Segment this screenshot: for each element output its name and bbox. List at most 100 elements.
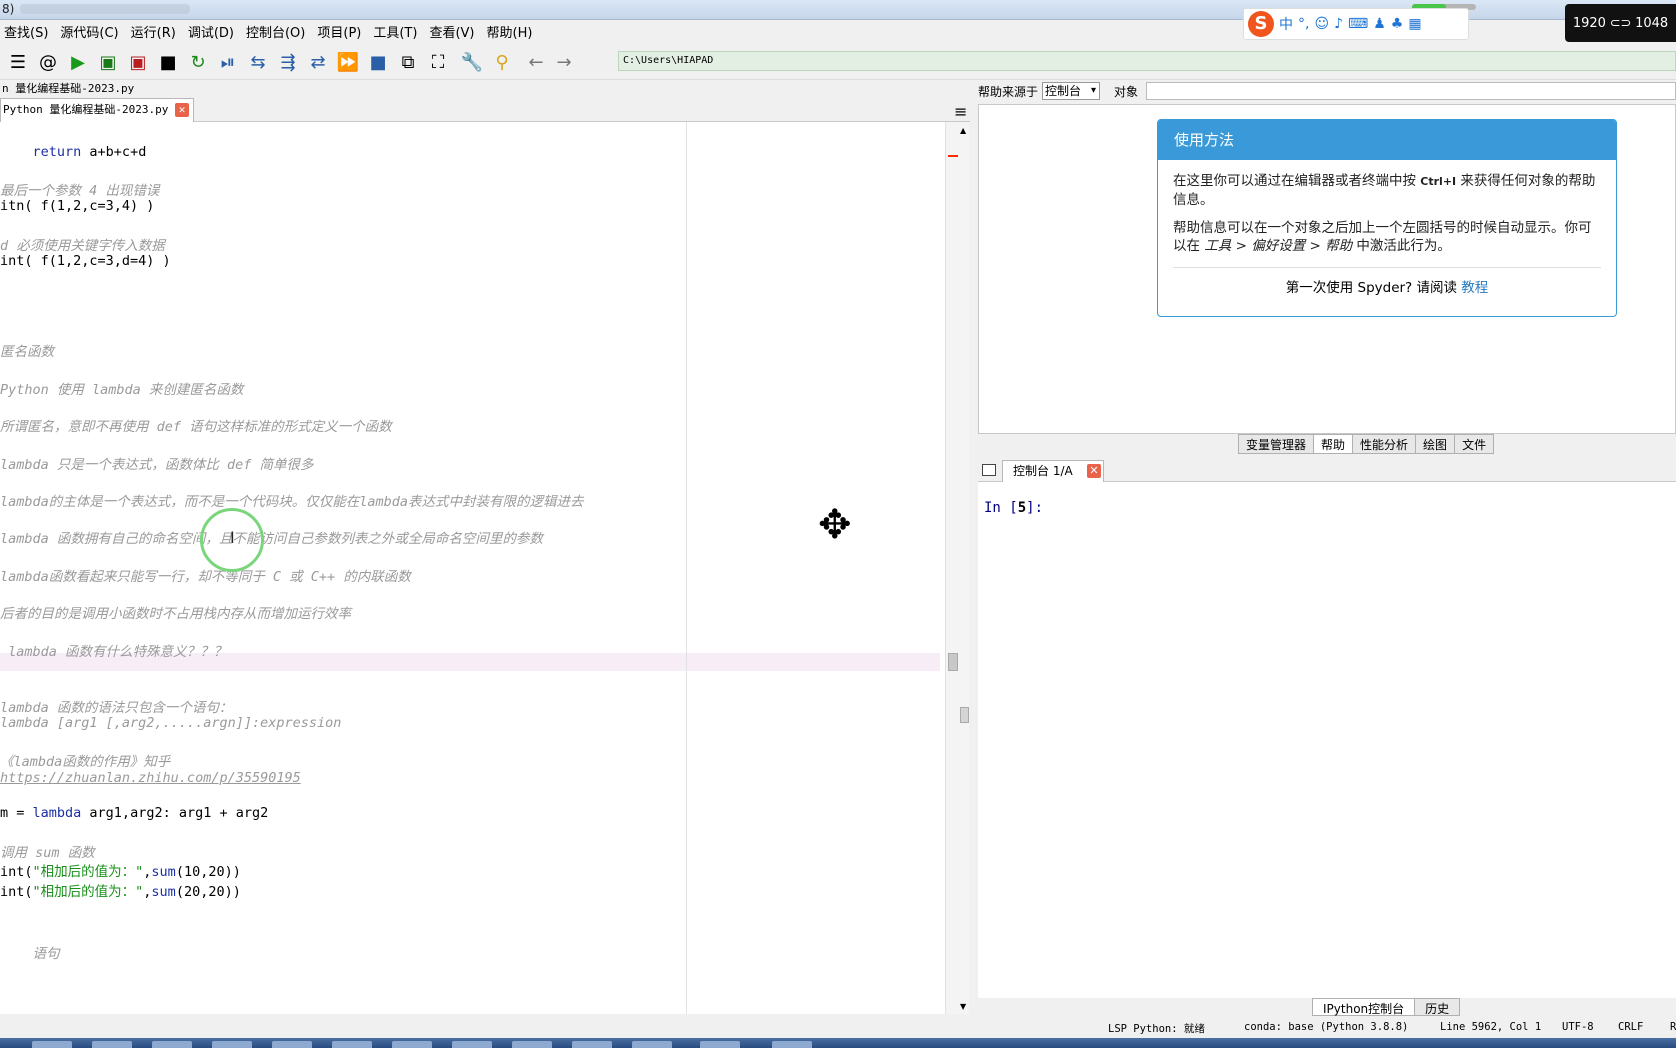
ime-mode-toggle[interactable]: 中 <box>1279 14 1293 34</box>
scroll-up-icon[interactable]: ▲ <box>960 126 966 135</box>
pane-tab-4[interactable]: 文件 <box>1454 434 1495 454</box>
menu-item-2[interactable]: 运行(R) <box>131 22 176 41</box>
help-object-input[interactable] <box>1146 82 1676 100</box>
help-object-label: 对象 <box>1114 84 1139 99</box>
move-cursor-icon: ✥ <box>818 502 852 548</box>
resolution-overlay: 1920 ⊂⊃ 1048 <box>1565 4 1676 42</box>
code-line: return a+b+c+d <box>32 144 147 160</box>
keyboard-icon[interactable]: ⌨ <box>1348 16 1368 32</box>
ime-punct-toggle[interactable]: °, <box>1298 16 1309 32</box>
code-line: int("相加后的值为：",sum(10,20)) <box>0 864 241 880</box>
debug-icon[interactable]: ⏯ <box>216 50 240 74</box>
run-cell-advance-icon[interactable]: ▣ <box>126 50 150 74</box>
pane-tab-3[interactable]: 绘图 <box>1415 434 1456 454</box>
menu-item-5[interactable]: 项目(P) <box>317 22 361 41</box>
menu-item-1[interactable]: 源代码(C) <box>60 22 118 41</box>
pane-tab-0[interactable]: 变量管理器 <box>1238 434 1315 454</box>
conda-status: conda: base (Python 3.8.8) <box>1244 1021 1409 1033</box>
menu-item-7[interactable]: 查看(V) <box>429 22 474 41</box>
code-line: lambda的主体是一个表达式，而不是一个代码块。仅仅能在lambda表达式中封… <box>0 494 584 510</box>
help-toolbar: 帮助来源于 控制台 对象 <box>978 80 1676 102</box>
code-editor[interactable]: return a+b+c+d 最后一个参数 4 出现错误 itn( f(1,2,c=… <box>0 122 945 1014</box>
stop-icon[interactable]: ■ <box>366 50 390 74</box>
ime-toolbar: S 中 °, ☺ ♪ ⌨ ♟ ♣ ▦ <box>1243 8 1469 40</box>
code-line: lambda 函数拥有自己的命名空间，且不能访问自己参数列表之外或全局命名空间里… <box>0 531 543 547</box>
bottom-tab-0[interactable]: IPython控制台 <box>1312 998 1416 1016</box>
code-line: m = lambda arg1,arg2: arg1 + arg2 <box>0 805 269 821</box>
code-line: lambda [arg1 [,arg2,.....argn]]:expressi… <box>0 715 342 731</box>
step-into-icon[interactable]: ⇶ <box>276 50 300 74</box>
maximize-pane-icon[interactable]: ⧉ <box>396 50 420 74</box>
bottom-tab-1[interactable]: 历史 <box>1414 998 1461 1016</box>
user-icon[interactable]: ♟ <box>1373 16 1386 32</box>
console-tab-active[interactable]: 控制台 1/A ✕ <box>1002 460 1104 482</box>
outline-list-icon[interactable]: ☰ <box>6 50 30 74</box>
editor-tab-active[interactable]: Python 量化编程基础-2023.py ✕ <box>0 98 194 122</box>
skin-shirt-icon[interactable]: ♣ <box>1391 16 1404 32</box>
lsp-status: LSP Python: 就绪 <box>1108 1023 1205 1035</box>
line-endings: CRLF <box>1618 1021 1644 1033</box>
python-path-icon[interactable]: ⚲ <box>490 50 514 74</box>
code-line: int( f(1,2,c=3,d=4) ) <box>0 253 171 269</box>
window-title-blur <box>20 4 190 14</box>
grid-menu-icon[interactable]: ▦ <box>1408 16 1421 32</box>
scroll-down-icon[interactable]: ▼ <box>960 1002 966 1011</box>
menu-item-0[interactable]: 查找(S) <box>4 22 48 41</box>
close-tab-icon[interactable]: ✕ <box>175 103 189 117</box>
back-arrow-icon[interactable]: ← <box>524 50 548 74</box>
help-source-select[interactable]: 控制台 <box>1042 82 1101 100</box>
sogou-logo-icon[interactable]: S <box>1248 11 1274 37</box>
taskbar <box>0 1038 1676 1048</box>
editor-scrollbar[interactable]: ▲ ▼ <box>945 122 969 1014</box>
emoji-icon[interactable]: ☺ <box>1314 16 1329 32</box>
help-source-label: 帮助来源于 <box>978 84 1039 99</box>
rerun-icon[interactable]: ↻ <box>186 50 210 74</box>
cursor-position: Line 5962, Col 1 <box>1440 1021 1542 1033</box>
run-selection-icon[interactable]: ■ <box>156 50 180 74</box>
run-icon[interactable]: ▶ <box>66 50 90 74</box>
file-encoding: UTF-8 <box>1562 1021 1594 1033</box>
menu-item-6[interactable]: 工具(T) <box>373 22 417 41</box>
working-directory-input[interactable]: C:\Users\HIAPAD <box>618 51 1676 71</box>
console-tabs: 控制台 1/A ✕ <box>978 458 1676 482</box>
forward-arrow-icon[interactable]: → <box>552 50 576 74</box>
editor-options-menu-icon[interactable]: ≡ <box>954 102 967 121</box>
step-return-icon[interactable]: ⇄ <box>306 50 330 74</box>
code-line: 调用 sum 函数 <box>0 845 95 861</box>
close-console-icon[interactable]: ✕ <box>1087 464 1101 478</box>
menu-item-4[interactable]: 控制台(O) <box>246 22 305 41</box>
code-line: lambda 只是一个表达式，函数体比 def 简单很多 <box>0 457 314 473</box>
scrollbar-thumb[interactable] <box>960 707 969 723</box>
fullscreen-icon[interactable]: ⛶ <box>426 50 450 74</box>
pane-tab-2[interactable]: 性能分析 <box>1352 434 1417 454</box>
editor-tabs: Python 量化编程基础-2023.py ✕ <box>0 98 970 122</box>
pane-tab-1[interactable]: 帮助 <box>1313 434 1354 454</box>
ipython-console[interactable]: In [5]: <box>978 482 1676 998</box>
resolution-width: 1920 <box>1572 15 1606 31</box>
menu-item-3[interactable]: 调试(D) <box>188 22 234 41</box>
usage-card-title: 使用方法 <box>1158 120 1616 160</box>
code-line: 语句 <box>0 946 60 962</box>
continue-icon[interactable]: ⏩ <box>336 50 360 74</box>
folder-icon[interactable] <box>982 464 996 476</box>
run-cell-icon[interactable]: ▣ <box>96 50 120 74</box>
code-line: 后者的目的是调用小函数时不占用栈内存从而增加运行效率 <box>0 606 351 622</box>
edge-line <box>686 122 687 1014</box>
pane-tabs: 变量管理器 帮助 性能分析 绘图 文件 <box>1238 434 1495 454</box>
preferences-wrench-icon[interactable]: 🔧 <box>460 50 484 74</box>
tutorial-link[interactable]: 教程 <box>1461 280 1488 296</box>
step-icon[interactable]: ⇆ <box>246 50 270 74</box>
at-icon[interactable]: @ <box>36 50 60 74</box>
code-line: lambda 函数的语法只包含一个语句： <box>0 700 233 716</box>
code-line: itn( f(1,2,c=3,4) ) <box>0 198 155 214</box>
link-icon: ⊂⊃ <box>1609 15 1632 31</box>
microphone-icon[interactable]: ♪ <box>1334 16 1343 32</box>
code-line: 《lambda函数的作用》知乎 <box>0 754 171 770</box>
usage-footer: 第一次使用 Spyder? 请阅读 教程 <box>1285 280 1489 296</box>
code-line: lambda函数看起来只能写一行，却不等同于 C 或 C++ 的内联函数 <box>0 569 411 585</box>
console-tab-label: 控制台 1/A <box>1013 464 1073 478</box>
scroll-position-marker <box>948 653 958 671</box>
menu-item-8[interactable]: 帮助(H) <box>487 22 533 41</box>
bottom-pane-tabs: IPython控制台 历史 <box>1312 998 1461 1016</box>
code-line: 匿名函数 <box>0 344 54 360</box>
